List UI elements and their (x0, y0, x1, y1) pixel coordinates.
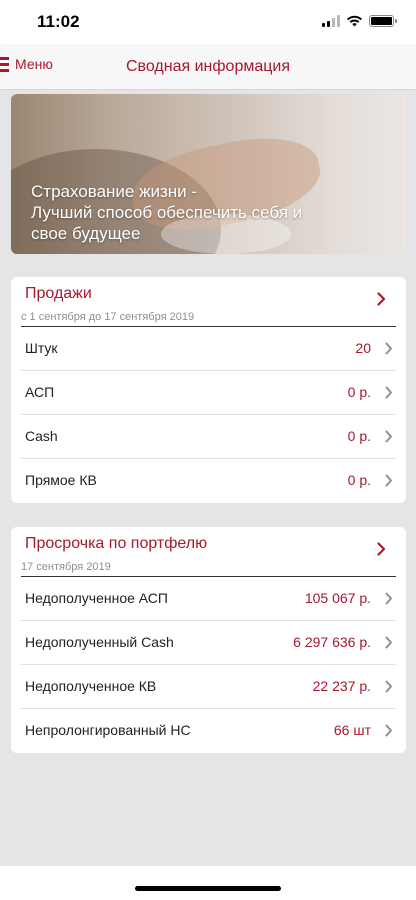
chevron-right-icon (385, 592, 392, 605)
chevron-right-icon (385, 386, 392, 399)
promo-banner[interactable]: Страхование жизни - Лучший способ обеспе… (11, 94, 406, 254)
sales-title: Продажи (25, 285, 92, 302)
overdue-title: Просрочка по портфелю (25, 535, 208, 552)
row-label: Недополученное КВ (25, 678, 157, 694)
status-bar: 11:02 (0, 0, 416, 44)
chevron-right-icon (377, 542, 386, 556)
sales-period: с 1 сентября до 17 сентября 2019 (21, 311, 195, 323)
sales-row-count[interactable]: Штук 20 (21, 327, 396, 371)
sales-row-cash[interactable]: Cash 0 р. (21, 415, 396, 459)
chevron-right-icon (385, 680, 392, 693)
page-title: Сводная информация (126, 58, 290, 75)
status-icons (322, 15, 397, 27)
chevron-right-icon (385, 636, 392, 649)
row-label: Cash (25, 428, 58, 444)
row-label: Прямое КВ (25, 472, 97, 488)
row-label: Непролонгированный НС (25, 722, 191, 738)
sales-card-header[interactable]: Продажи с 1 сентября до 17 сентября 2019 (11, 277, 406, 327)
row-value: 105 067 р. (304, 590, 371, 606)
row-value: 66 шт (333, 722, 371, 738)
row-value: 6 297 636 р. (293, 634, 371, 650)
chevron-right-icon (385, 474, 392, 487)
overdue-row-ns[interactable]: Непролонгированный НС 66 шт (21, 709, 396, 753)
banner-text: Страхование жизни - Лучший способ обеспе… (31, 181, 371, 244)
wifi-icon (347, 15, 362, 27)
overdue-card: Просрочка по портфелю 17 сентября 2019 Н… (11, 527, 406, 753)
row-value: 0 р. (347, 384, 371, 400)
banner-line: свое будущее (31, 224, 141, 243)
overdue-row-kv[interactable]: Недополученное КВ 22 237 р. (21, 665, 396, 709)
chevron-right-icon (385, 724, 392, 737)
nav-bar: Меню Сводная информация (0, 44, 416, 90)
overdue-row-asp[interactable]: Недополученное АСП 105 067 р. (21, 577, 396, 621)
home-indicator[interactable] (135, 886, 281, 891)
battery-icon (369, 15, 397, 27)
row-value: 0 р. (347, 472, 371, 488)
home-indicator-area (0, 866, 416, 900)
status-time: 11:02 (37, 12, 80, 31)
chevron-right-icon (385, 430, 392, 443)
chevron-right-icon (385, 342, 392, 355)
banner-line: Лучший способ обеспечить себя и (31, 203, 303, 222)
row-label: Штук (25, 340, 58, 356)
row-label: АСП (25, 384, 55, 400)
cellular-signal-icon (322, 15, 340, 27)
chevron-right-icon (377, 292, 386, 306)
row-value: 0 р. (347, 428, 371, 444)
row-label: Недополученный Cash (25, 634, 174, 650)
row-label: Недополученное АСП (25, 590, 168, 606)
banner-line: Страхование жизни - (31, 182, 198, 201)
overdue-date: 17 сентября 2019 (21, 561, 111, 573)
row-value: 22 237 р. (312, 678, 371, 694)
row-value: 20 (355, 340, 371, 356)
overdue-card-header[interactable]: Просрочка по портфелю 17 сентября 2019 (11, 527, 406, 577)
sales-card: Продажи с 1 сентября до 17 сентября 2019… (11, 277, 406, 503)
overdue-row-cash[interactable]: Недополученный Cash 6 297 636 р. (21, 621, 396, 665)
sales-row-direct-kv[interactable]: Прямое КВ 0 р. (21, 459, 396, 503)
sales-row-asp[interactable]: АСП 0 р. (21, 371, 396, 415)
